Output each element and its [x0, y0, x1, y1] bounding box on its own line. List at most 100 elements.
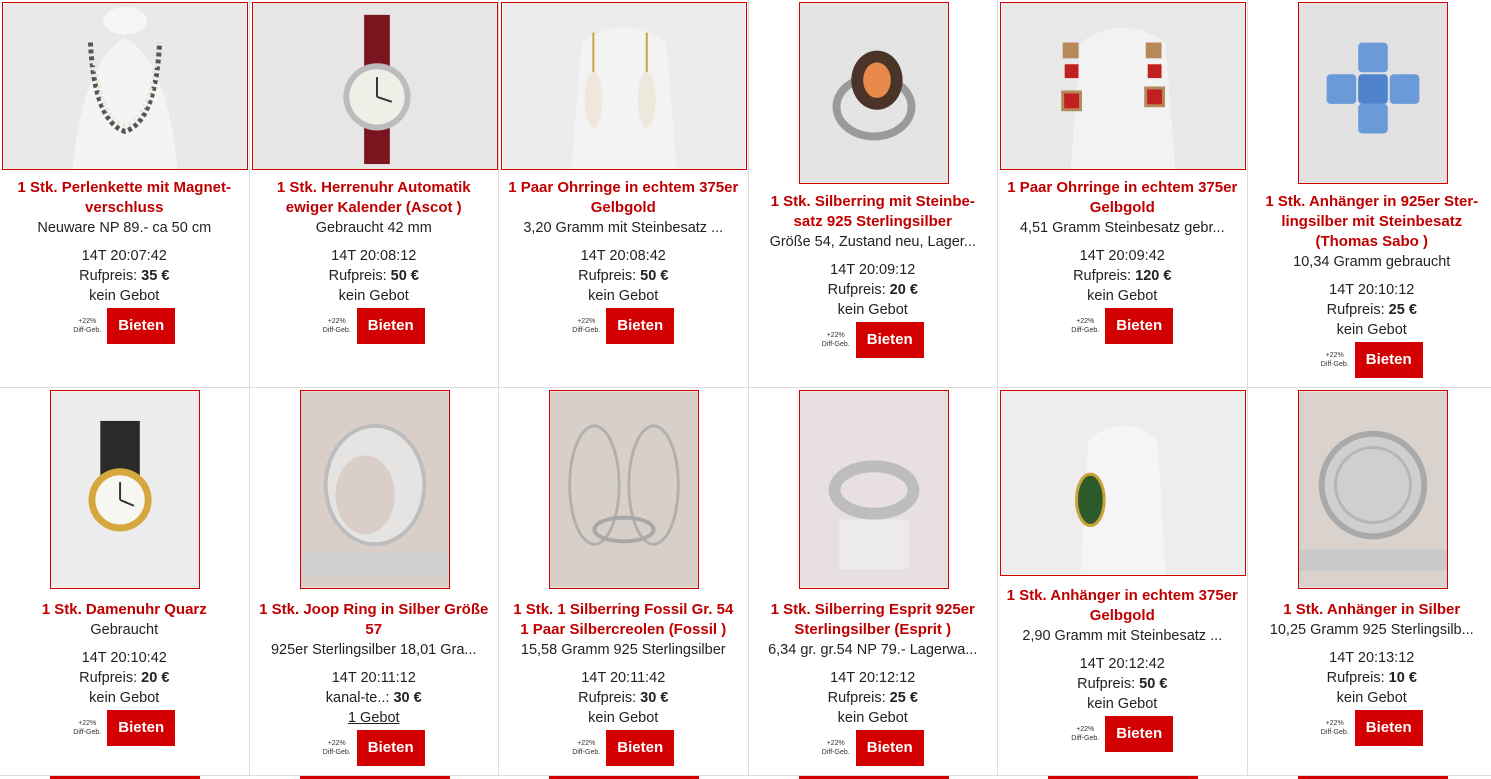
- bid-button[interactable]: Bieten: [1105, 308, 1174, 344]
- item-title[interactable]: 1 Stk. Silberring mit Steinbe-satz 925 S…: [749, 192, 998, 232]
- fee-note: +22% Diff-Geb.: [322, 740, 351, 756]
- auction-card[interactable]: 1 Stk. 1 Silberring Fossil Gr. 54 1 Paar…: [499, 388, 749, 776]
- price-label: Rufpreis:: [1326, 302, 1385, 318]
- price-line: Rufpreis: 50 €: [998, 674, 1247, 694]
- price-label: Rufpreis:: [79, 268, 138, 284]
- bid-count: kein Gebot: [338, 288, 409, 304]
- bid-button[interactable]: Bieten: [107, 710, 176, 746]
- fee-note: +22% Diff-Geb.: [572, 740, 601, 756]
- bid-button[interactable]: Bieten: [606, 730, 675, 766]
- coin-pendant-icon: [1298, 391, 1447, 588]
- auction-card[interactable]: 1 Stk. Perlenkette mit Magnet-verschluss…: [0, 0, 250, 388]
- bid-button[interactable]: Bieten: [356, 730, 425, 766]
- price-line: Rufpreis: 120 €: [998, 266, 1247, 286]
- product-image[interactable]: [501, 2, 747, 170]
- item-title[interactable]: 1 Paar Ohrringe in echtem 375er Gelbgold: [499, 178, 748, 218]
- item-description: 3,20 Gramm mit Steinbesatz ...: [523, 220, 724, 236]
- auction-card[interactable]: 1 Paar Ohrringe in echtem 375er Gelbgold…: [998, 0, 1248, 388]
- fee-note: +22% Diff-Geb.: [322, 318, 351, 334]
- earrings-icon: [502, 3, 746, 169]
- item-title[interactable]: 1 Stk. Joop Ring in Silber Größe 57: [250, 600, 499, 640]
- bid-count-link[interactable]: 1 Gebot: [250, 708, 499, 728]
- auction-card[interactable]: 1 Stk. Anhänger in Silber 10,25 Gramm 92…: [1247, 388, 1491, 776]
- bid-button[interactable]: Bieten: [356, 308, 425, 344]
- item-title[interactable]: 1 Stk. Anhänger in echtem 375er Gelbgold: [998, 586, 1247, 626]
- time-remaining: 14T 20:09:42: [1079, 248, 1165, 264]
- product-image[interactable]: [50, 390, 200, 589]
- pendant-icon: [1001, 391, 1245, 575]
- bid-button[interactable]: Bieten: [855, 730, 924, 766]
- item-description: 10,34 Gramm gebraucht: [1293, 254, 1451, 270]
- bid-button[interactable]: Bieten: [1105, 716, 1174, 752]
- price-value: 25 €: [889, 690, 918, 706]
- product-image[interactable]: [299, 390, 450, 589]
- item-title[interactable]: 1 Paar Ohrringe in echtem 375er Gelbgold: [998, 178, 1247, 218]
- item-title[interactable]: 1 Stk. Anhänger in 925er Ster-lingsilber…: [1248, 192, 1491, 252]
- item-description: Größe 54, Zustand neu, Lager...: [769, 234, 976, 250]
- auction-card[interactable]: 1 Stk. Anhänger in echtem 375er Gelbgold…: [998, 388, 1248, 776]
- time-remaining: 14T 20:08:42: [580, 248, 666, 264]
- price-line: Rufpreis: 50 €: [250, 266, 499, 286]
- product-image[interactable]: [549, 390, 699, 589]
- bid-button[interactable]: Bieten: [1354, 710, 1423, 746]
- price-value: 35 €: [141, 268, 170, 284]
- bid-count: kein Gebot: [588, 288, 659, 304]
- product-image[interactable]: [1297, 390, 1448, 589]
- bid-count: kein Gebot: [1087, 288, 1158, 304]
- price-line: Rufpreis: 10 €: [1248, 668, 1491, 688]
- time-remaining: 14T 20:08:12: [331, 248, 417, 264]
- price-value: 120 €: [1135, 268, 1172, 284]
- auction-card[interactable]: 1 Stk. Herrenuhr Automatik ewiger Kalend…: [249, 0, 499, 388]
- price-value: 20 €: [889, 282, 918, 298]
- hoop-earrings-icon: [550, 391, 698, 588]
- auction-card[interactable]: 1 Stk. Anhänger in 925er Ster-lingsilber…: [1247, 0, 1491, 388]
- bid-count: kein Gebot: [1336, 690, 1407, 706]
- bid-button[interactable]: Bieten: [855, 322, 924, 358]
- price-label: Rufpreis:: [578, 268, 637, 284]
- price-label: Rufpreis:: [1073, 268, 1132, 284]
- product-image[interactable]: [798, 390, 949, 589]
- fee-note: +22% Diff-Geb.: [1320, 352, 1349, 368]
- product-image[interactable]: [1000, 390, 1246, 576]
- ring-icon: [799, 3, 948, 183]
- item-title[interactable]: 1 Stk. Damenuhr Quarz: [0, 600, 249, 620]
- auction-card[interactable]: 1 Stk. Silberring mit Steinbe-satz 925 S…: [748, 0, 998, 388]
- price-label: Rufpreis:: [328, 268, 387, 284]
- fee-note: +22% Diff-Geb.: [1071, 318, 1100, 334]
- price-value: 30 €: [640, 690, 669, 706]
- auction-card[interactable]: 1 Stk. Joop Ring in Silber Größe 57 925e…: [249, 388, 499, 776]
- bid-count: kein Gebot: [837, 302, 908, 318]
- auction-card[interactable]: 1 Stk. Silberring Esprit 925er Sterlings…: [748, 388, 998, 776]
- product-image[interactable]: [1297, 2, 1448, 184]
- price-line: Rufpreis: 50 €: [499, 266, 748, 286]
- item-description: 2,90 Gramm mit Steinbesatz ...: [1022, 628, 1223, 644]
- product-image[interactable]: [1000, 2, 1246, 170]
- product-image[interactable]: [798, 2, 949, 184]
- fee-note: +22% Diff-Geb.: [73, 318, 102, 334]
- auction-card[interactable]: 1 Stk. Damenuhr Quarz Gebraucht 14T 20:1…: [0, 388, 250, 776]
- bid-button[interactable]: Bieten: [1354, 342, 1423, 378]
- bid-button[interactable]: Bieten: [107, 308, 176, 344]
- time-remaining: 14T 20:10:12: [1329, 282, 1415, 298]
- item-description: 15,58 Gramm 925 Sterlingsilber: [520, 642, 726, 658]
- product-image[interactable]: [2, 2, 248, 170]
- fee-note: +22% Diff-Geb.: [821, 332, 850, 348]
- bid-button[interactable]: Bieten: [606, 308, 675, 344]
- price-label: Rufpreis:: [827, 282, 886, 298]
- auction-card[interactable]: 1 Paar Ohrringe in echtem 375er Gelbgold…: [499, 0, 749, 388]
- item-title[interactable]: 1 Stk. Silberring Esprit 925er Sterlings…: [749, 600, 998, 640]
- price-label: Rufpreis:: [79, 670, 138, 686]
- item-description: 6,34 gr. gr.54 NP 79.- Lagerwa...: [768, 642, 978, 658]
- price-line: Rufpreis: 20 €: [0, 668, 249, 688]
- watch-icon: [51, 391, 199, 588]
- item-title[interactable]: 1 Stk. Anhänger in Silber: [1248, 600, 1491, 620]
- product-image[interactable]: [251, 2, 498, 170]
- fee-note: +22% Diff-Geb.: [572, 318, 601, 334]
- price-line: kanal-te..: 30 €: [250, 688, 499, 708]
- item-description: 925er Sterlingsilber 18,01 Gra...: [270, 642, 477, 658]
- item-description: 4,51 Gramm Steinbesatz gebr...: [1019, 220, 1225, 236]
- item-title[interactable]: 1 Stk. Herrenuhr Automatik ewiger Kalend…: [250, 178, 499, 218]
- item-title[interactable]: 1 Stk. Perlenkette mit Magnet-verschluss: [0, 178, 249, 218]
- item-title[interactable]: 1 Stk. 1 Silberring Fossil Gr. 54 1 Paar…: [499, 600, 748, 640]
- ring-icon: [799, 391, 948, 588]
